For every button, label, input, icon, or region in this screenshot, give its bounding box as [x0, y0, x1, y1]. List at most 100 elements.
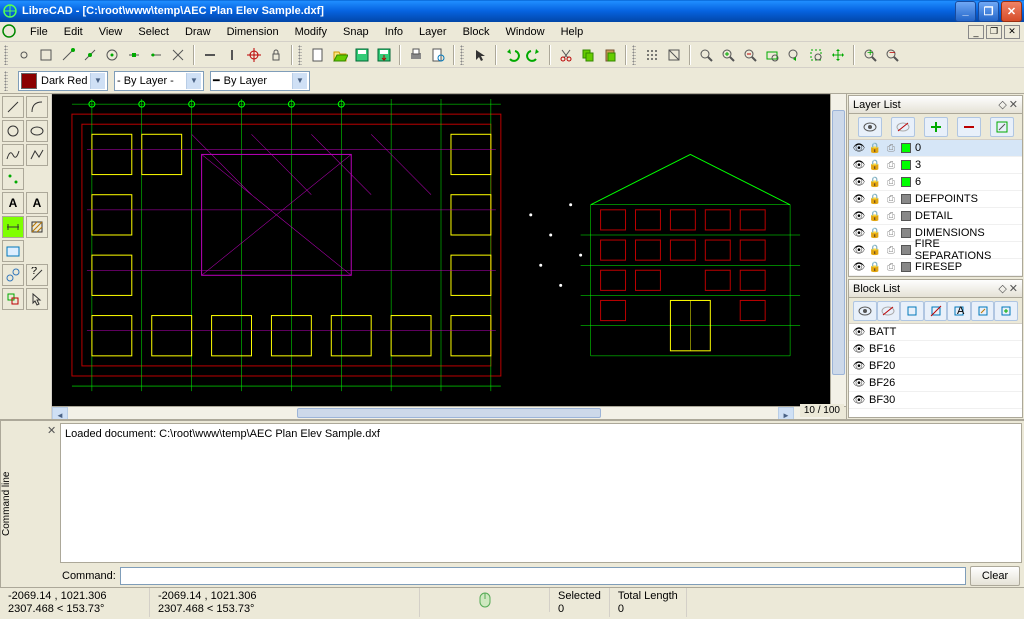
- menu-view[interactable]: View: [91, 24, 131, 40]
- eye-icon[interactable]: 👁: [853, 210, 865, 222]
- circle-tool[interactable]: [2, 120, 24, 142]
- dimension-tool[interactable]: [2, 216, 24, 238]
- grip-icon[interactable]: [4, 45, 8, 65]
- print-icon[interactable]: ⎙: [885, 227, 897, 239]
- layer-row[interactable]: 👁🔒⎙3: [849, 157, 1022, 174]
- horizontal-scrollbar[interactable]: ◄ ► 10 / 100: [52, 406, 846, 419]
- cursor-icon[interactable]: [470, 45, 490, 65]
- saveas-icon[interactable]: [374, 45, 394, 65]
- eye-icon[interactable]: 👁: [853, 343, 865, 355]
- line-tool[interactable]: [2, 96, 24, 118]
- undock-icon[interactable]: ◇: [998, 98, 1006, 111]
- hatch-tool[interactable]: [26, 216, 48, 238]
- eye-icon[interactable]: 👁: [853, 377, 865, 389]
- image-tool[interactable]: [2, 240, 24, 262]
- zoom-window-icon[interactable]: [806, 45, 826, 65]
- layer-panel-title[interactable]: Layer List ◇✕: [849, 96, 1022, 114]
- select-tool[interactable]: [26, 288, 48, 310]
- text-tool[interactable]: A: [2, 192, 24, 214]
- linewidth-combo[interactable]: - By Layer - ▼: [114, 71, 204, 91]
- snap-endpoint-icon[interactable]: [58, 45, 78, 65]
- eye-icon[interactable]: 👁: [853, 142, 865, 154]
- layer-row[interactable]: 👁🔒⎙FIRE SEPARATIONS: [849, 242, 1022, 259]
- redo-icon[interactable]: [524, 45, 544, 65]
- grip-icon[interactable]: [4, 71, 8, 91]
- print-icon[interactable]: ⎙: [885, 142, 897, 154]
- modify-tool[interactable]: [2, 264, 24, 286]
- arc-tool[interactable]: [26, 96, 48, 118]
- mtext-tool[interactable]: A: [26, 192, 48, 214]
- hide-blocks-icon[interactable]: [877, 301, 901, 321]
- snap-intersection-icon[interactable]: [168, 45, 188, 65]
- scroll-left-icon[interactable]: ◄: [52, 407, 68, 419]
- zoom-out-icon[interactable]: [740, 45, 760, 65]
- eye-icon[interactable]: 👁: [853, 261, 865, 273]
- save-icon[interactable]: [352, 45, 372, 65]
- menu-dimension[interactable]: Dimension: [219, 24, 287, 40]
- print-icon[interactable]: ⎙: [885, 261, 897, 273]
- maximize-button[interactable]: ❐: [978, 1, 999, 22]
- menu-select[interactable]: Select: [130, 24, 177, 40]
- undo-icon[interactable]: [502, 45, 522, 65]
- snap-onentity-icon[interactable]: [80, 45, 100, 65]
- copy-icon[interactable]: [578, 45, 598, 65]
- block-list[interactable]: 👁BATT👁BF16👁BF20👁BF26👁BF30: [849, 324, 1022, 417]
- block-row[interactable]: 👁BF16: [849, 341, 1022, 358]
- menu-layer[interactable]: Layer: [411, 24, 455, 40]
- ellipse-tool[interactable]: [26, 120, 48, 142]
- close-button[interactable]: ✕: [1001, 1, 1022, 22]
- panel-close-icon[interactable]: ✕: [1009, 98, 1018, 111]
- menu-info[interactable]: Info: [377, 24, 411, 40]
- print-icon[interactable]: ⎙: [885, 210, 897, 222]
- command-log[interactable]: ✕ Loaded document: C:\root\www\temp\AEC …: [60, 423, 1022, 563]
- block-row[interactable]: 👁BF20: [849, 358, 1022, 375]
- block-row[interactable]: 👁BF30: [849, 392, 1022, 409]
- zoom-out2-icon[interactable]: −: [882, 45, 902, 65]
- hide-all-layers-icon[interactable]: [891, 117, 915, 137]
- eye-icon[interactable]: 👁: [853, 193, 865, 205]
- remove-layer-icon[interactable]: [957, 117, 981, 137]
- panel-close-icon[interactable]: ✕: [1009, 282, 1018, 295]
- lock-icon[interactable]: 🔒: [869, 193, 881, 205]
- eye-icon[interactable]: 👁: [853, 176, 865, 188]
- polyline-tool[interactable]: [26, 144, 48, 166]
- restrict-vertical-icon[interactable]: [222, 45, 242, 65]
- menu-window[interactable]: Window: [497, 24, 552, 40]
- remove-block-icon[interactable]: [924, 301, 948, 321]
- zoom-in-icon[interactable]: [718, 45, 738, 65]
- info-tool[interactable]: ?: [26, 264, 48, 286]
- point-tool[interactable]: [2, 168, 24, 190]
- mdi-minimize[interactable]: _: [968, 25, 984, 39]
- rename-block-icon[interactable]: A: [947, 301, 971, 321]
- eye-icon[interactable]: 👁: [853, 360, 865, 372]
- menu-snap[interactable]: Snap: [335, 24, 377, 40]
- drawing-canvas[interactable]: [52, 94, 830, 406]
- lock-icon[interactable]: 🔒: [869, 159, 881, 171]
- snap-free-icon[interactable]: [14, 45, 34, 65]
- layer-row[interactable]: 👁🔒⎙DEFPOINTS: [849, 191, 1022, 208]
- new-icon[interactable]: [308, 45, 328, 65]
- eye-icon[interactable]: 👁: [853, 159, 865, 171]
- zoom-redraw-icon[interactable]: [696, 45, 716, 65]
- clear-button[interactable]: Clear: [970, 566, 1020, 586]
- layer-row[interactable]: 👁🔒⎙0: [849, 140, 1022, 157]
- show-blocks-icon[interactable]: [853, 301, 877, 321]
- add-block-icon[interactable]: [900, 301, 924, 321]
- menu-block[interactable]: Block: [455, 24, 498, 40]
- scrollbar-thumb[interactable]: [832, 110, 845, 375]
- menu-help[interactable]: Help: [553, 24, 592, 40]
- grip-icon[interactable]: [298, 45, 302, 65]
- undock-icon[interactable]: ◇: [998, 282, 1006, 295]
- block-tool[interactable]: [2, 288, 24, 310]
- menu-edit[interactable]: Edit: [56, 24, 91, 40]
- snap-middle-icon[interactable]: [124, 45, 144, 65]
- block-row[interactable]: 👁BF26: [849, 375, 1022, 392]
- print-icon[interactable]: ⎙: [885, 244, 897, 256]
- cut-icon[interactable]: [556, 45, 576, 65]
- lock-icon[interactable]: 🔒: [869, 142, 881, 154]
- vertical-scrollbar[interactable]: [830, 94, 846, 406]
- insert-block-icon[interactable]: [994, 301, 1018, 321]
- paste-icon[interactable]: [600, 45, 620, 65]
- status-mouse-widget[interactable]: [420, 588, 550, 612]
- command-input[interactable]: [120, 567, 966, 585]
